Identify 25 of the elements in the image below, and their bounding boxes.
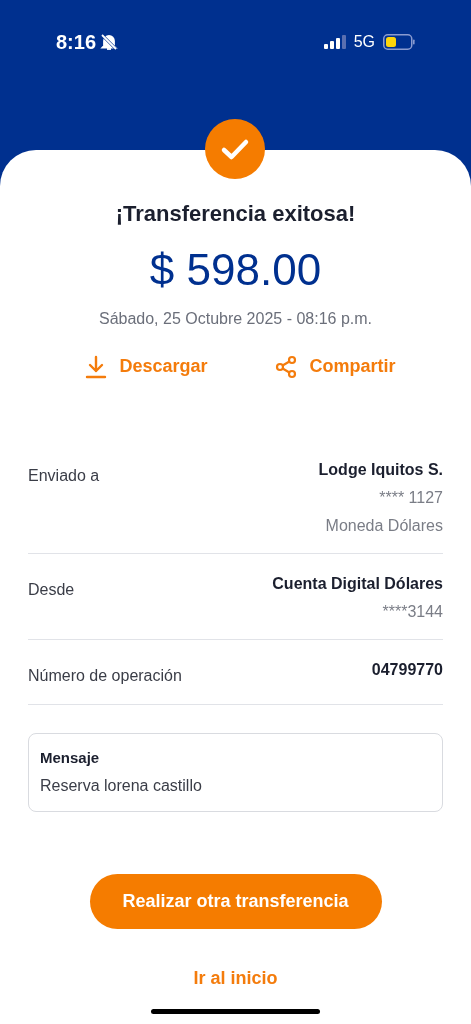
download-icon <box>85 354 108 379</box>
message-title: Mensaje <box>40 748 101 768</box>
share-button[interactable]: Compartir <box>273 353 396 380</box>
share-icon <box>273 354 298 379</box>
transfer-date: Sábado, 25 Octubre 2025 - 08:16 p.m. <box>98 309 373 329</box>
muted-bell-icon <box>100 33 119 51</box>
detail-value: **** 1127 <box>379 488 443 508</box>
detail-value: Moneda Dólares <box>325 516 443 536</box>
signal-icon <box>323 35 346 49</box>
detail-value: ****3144 <box>382 602 443 622</box>
detail-value: Cuenta Digital Dólares <box>272 574 443 594</box>
download-button[interactable]: Descargar <box>85 353 208 380</box>
home-link[interactable]: Ir al inicio <box>193 964 278 992</box>
network-label: 5G <box>353 32 375 52</box>
status-time: 8:16 <box>56 30 97 55</box>
new-transfer-button[interactable]: Realizar otra transferencia <box>89 873 382 929</box>
detail-value: 04799770 <box>371 660 443 680</box>
battery-icon <box>383 34 415 50</box>
detail-label: Enviado a <box>28 466 100 486</box>
detail-label: Número de operación <box>28 666 182 686</box>
detail-value: Lodge Iquitos S. <box>318 460 443 480</box>
success-title: ¡Transferencia exitosa! <box>115 200 356 228</box>
amount: $ 598.00 <box>149 248 322 292</box>
message-text: Reserva lorena castillo <box>40 775 203 796</box>
detail-label: Desde <box>28 580 75 600</box>
